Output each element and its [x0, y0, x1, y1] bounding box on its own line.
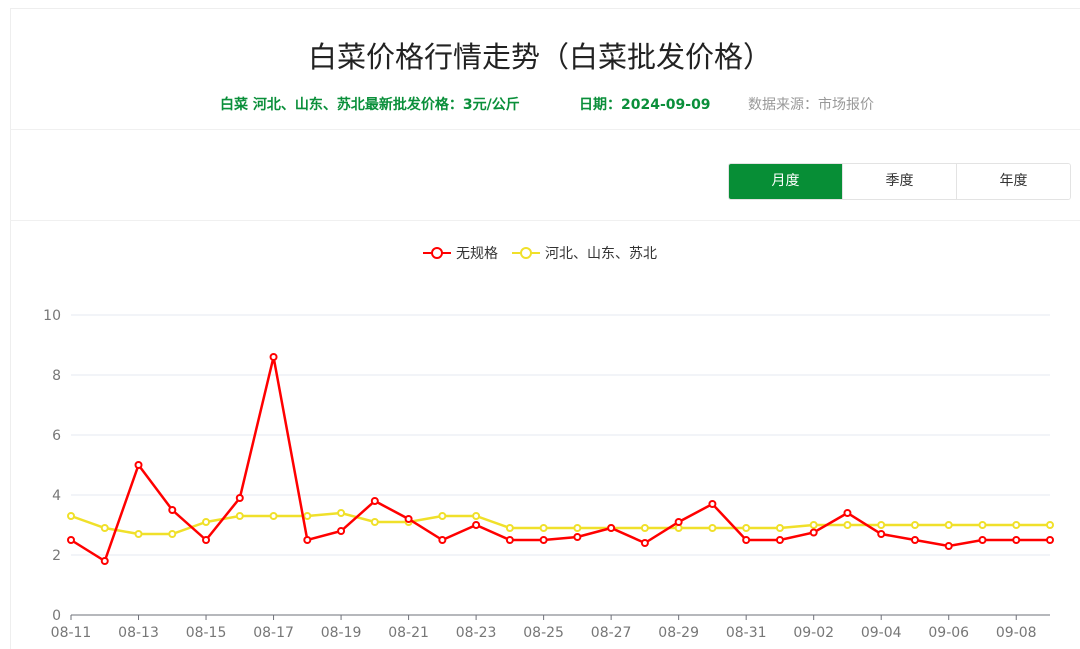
- data-point: [168, 530, 177, 538]
- data-point: [1046, 521, 1054, 529]
- data-point: [877, 521, 886, 529]
- data-point: [742, 524, 751, 532]
- line-chart: 0 2 4 6 8 10 08-11 08-13 08-15 08-17 08-19 08-21 08-…: [43, 308, 1054, 641]
- x-tick-label: 08-15: [186, 625, 227, 641]
- x-tick-label: 08-29: [658, 625, 699, 641]
- x-tick-label: 08-23: [456, 625, 497, 641]
- x-tick-label: 08-25: [523, 625, 564, 641]
- data-point: [303, 536, 312, 544]
- data-point: [539, 536, 548, 544]
- y-tick-label: 2: [52, 548, 61, 564]
- y-tick-label: 8: [52, 368, 61, 384]
- data-point: [573, 524, 582, 532]
- data-point: [202, 536, 211, 544]
- x-tick-label: 09-04: [861, 625, 902, 641]
- data-point: [843, 521, 852, 529]
- data-point: [438, 536, 447, 544]
- data-point: [337, 509, 346, 517]
- data-point: [944, 542, 953, 550]
- data-point: [472, 521, 481, 529]
- data-point: [370, 518, 379, 526]
- data-point: [708, 500, 717, 508]
- x-tick-label: 08-11: [51, 625, 92, 641]
- data-point: [809, 528, 818, 537]
- data-point: [573, 533, 582, 541]
- data-point: [100, 557, 109, 565]
- y-tick-label: 4: [52, 488, 61, 504]
- x-tick-label: 08-17: [253, 625, 294, 641]
- data-point: [235, 494, 244, 502]
- y-tick-label: 6: [52, 428, 61, 444]
- data-point: [640, 524, 649, 532]
- data-point: [1046, 536, 1054, 544]
- data-point: [640, 539, 649, 547]
- data-point: [235, 512, 244, 520]
- data-point: [607, 524, 616, 532]
- x-tick-label: 08-27: [591, 625, 632, 641]
- y-tick-label: 0: [52, 608, 61, 624]
- data-point: [910, 536, 919, 544]
- x-tick-label: 08-21: [388, 625, 429, 641]
- data-point: [978, 521, 987, 529]
- data-point: [742, 536, 751, 544]
- data-point: [67, 512, 75, 520]
- data-point: [809, 521, 818, 529]
- data-point: [370, 497, 379, 505]
- data-point: [505, 536, 514, 544]
- x-tick-label: 08-31: [726, 625, 767, 641]
- data-point: [505, 524, 514, 532]
- data-point: [877, 530, 886, 538]
- data-point: [843, 509, 852, 517]
- data-point: [910, 521, 919, 529]
- data-point: [404, 515, 413, 523]
- x-tick-label: 08-13: [118, 625, 159, 641]
- data-point: [1012, 521, 1021, 529]
- data-point: [438, 512, 447, 520]
- data-point: [67, 536, 75, 544]
- data-point: [100, 524, 109, 532]
- data-point: [269, 512, 278, 520]
- y-tick-label: 10: [43, 308, 61, 324]
- data-point: [472, 512, 481, 520]
- data-point: [539, 524, 548, 532]
- data-point: [1012, 536, 1021, 544]
- data-point: [337, 527, 346, 535]
- data-point: [708, 524, 717, 532]
- data-point: [168, 506, 177, 514]
- data-point: [978, 536, 987, 544]
- series-line-0: [70, 356, 1050, 563]
- data-point: [134, 461, 143, 469]
- data-point: [202, 518, 211, 526]
- x-tick-label: 09-02: [793, 625, 834, 641]
- x-tick-label: 09-06: [928, 625, 969, 641]
- x-tick-label: 09-08: [996, 625, 1037, 641]
- x-tick-label: 08-19: [321, 625, 362, 641]
- data-point: [944, 521, 953, 529]
- data-point: [674, 518, 683, 526]
- data-point: [134, 530, 143, 538]
- data-point: [775, 524, 784, 532]
- data-point: [269, 353, 278, 361]
- data-point: [775, 536, 784, 544]
- data-point: [303, 512, 312, 520]
